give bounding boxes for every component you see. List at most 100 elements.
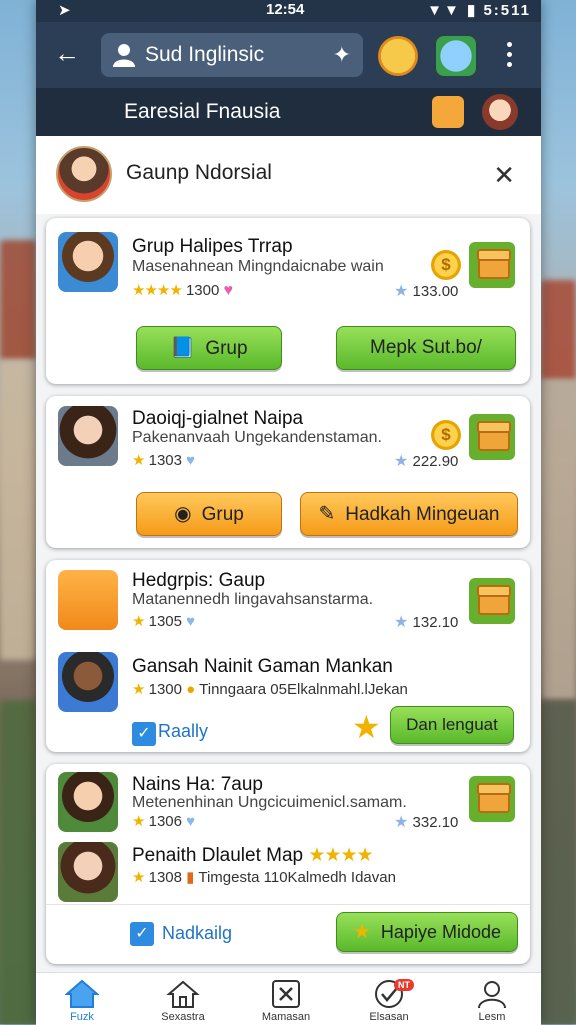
- nav-label: Fuzk: [70, 1011, 94, 1023]
- card-meta: ★ 1300 ● Tinngaara 05Elkalnmahl.lJekan: [132, 680, 408, 698]
- star-icon: ★: [352, 921, 371, 943]
- card-meta: ★ 1308 ▮ Timgesta 110Kalmedh Idavan: [132, 868, 396, 886]
- rating-stars-icon: ★★★★: [308, 845, 373, 866]
- group-name: Gaunp Ndorsial: [126, 161, 272, 184]
- sub-header: Earesial Fnausia: [36, 88, 541, 136]
- heart-icon: ♥: [186, 613, 196, 630]
- checkbox-label: Nadkailg: [162, 923, 233, 943]
- back-arrow-icon[interactable]: ←: [54, 40, 80, 66]
- close-icon[interactable]: ✕: [493, 160, 515, 191]
- character-avatar-icon[interactable]: [482, 94, 518, 130]
- card-stat: ★ 222.90: [394, 451, 458, 471]
- divider: [46, 904, 530, 905]
- card-subtitle: Pakenanvaah Ungekandenstaman.: [132, 429, 382, 446]
- card-stat-value: 132.10: [412, 614, 459, 631]
- star-icon: ★: [132, 869, 145, 886]
- grup-button[interactable]: 📘 Grup: [136, 326, 282, 370]
- shop-icon[interactable]: [436, 36, 476, 76]
- flag-icon: ▮: [186, 869, 195, 886]
- house-outline-icon: [166, 980, 200, 1008]
- card-extra: Tinngaara 05Elkalnmahl.lJekan: [199, 681, 408, 698]
- search-field[interactable]: Sud Inglinsic ✦: [101, 33, 363, 77]
- home-icon: [65, 979, 99, 1008]
- more-options-icon[interactable]: [507, 42, 513, 72]
- card-meta: ★ 1306 ♥: [132, 812, 195, 830]
- group-avatar: [56, 146, 112, 202]
- action-button[interactable]: ★ Hapiye Midode: [336, 912, 518, 952]
- nav-item-close-box[interactable]: Mamasan: [246, 979, 326, 1023]
- pin-icon[interactable]: ✦: [333, 42, 351, 68]
- nav-label: Mamasan: [261, 1011, 311, 1023]
- card-meta: ★ 1303 ♥: [132, 451, 195, 469]
- profile-icon: [478, 981, 506, 1009]
- background-scene-left-roof: [0, 240, 36, 360]
- card-stat-value: 332.10: [412, 814, 459, 831]
- card-title: Penaith Dlaulet Map ★★★★: [132, 845, 374, 866]
- gift-icon: ✎: [318, 503, 336, 525]
- nav-label: Lesm: [478, 1011, 506, 1023]
- checkbox[interactable]: ✓: [130, 922, 154, 946]
- navigation-arrow-icon: ➤: [58, 2, 71, 19]
- star-icon: ★: [352, 709, 381, 745]
- book-icon: 📘: [170, 337, 196, 359]
- rating-stars-icon: ★★★★: [132, 282, 183, 299]
- card-meta-value: 1308: [148, 869, 182, 886]
- nav-label: Elsasan: [369, 1011, 409, 1023]
- notification-badge: NT: [394, 979, 414, 991]
- close-box-icon: [272, 980, 300, 1008]
- user-icon: [113, 44, 135, 67]
- treasure-chest-icon[interactable]: [469, 578, 515, 624]
- sub-header-title: Earesial Fnausia: [124, 100, 281, 123]
- star-outline-icon: ★: [394, 614, 409, 631]
- checkbox-label: Raally: [158, 721, 209, 741]
- nav-item-house[interactable]: Sexastra: [143, 979, 223, 1023]
- star-icon: ★: [132, 813, 145, 830]
- card-subtitle: Masenahnean Mingndaicnabe wain: [132, 258, 384, 275]
- secondary-action-button[interactable]: Mepk Sut.bo/: [336, 326, 516, 370]
- card-meta: ★ 1305 ♥: [132, 612, 195, 630]
- background-scene-right-roof: [541, 280, 576, 380]
- heart-icon: ♥: [186, 452, 196, 469]
- card-stat: ★ 133.00: [394, 281, 458, 301]
- grup-button[interactable]: ◉ Grup: [136, 492, 282, 536]
- status-time: 12:54: [266, 1, 305, 18]
- coin-icon: ◉: [174, 503, 192, 525]
- card-meta-value: 1303: [148, 452, 182, 469]
- heart-icon: ♥: [223, 282, 234, 299]
- calendar-icon[interactable]: [432, 96, 464, 128]
- treasure-chest-icon[interactable]: [469, 242, 515, 288]
- card-meta-value: 1306: [148, 813, 182, 830]
- nav-item-check[interactable]: NT Elsasan: [349, 979, 429, 1023]
- coin-icon[interactable]: $: [431, 420, 461, 450]
- card-stat-value: 222.90: [412, 453, 459, 470]
- character-thumbnail: [58, 406, 118, 466]
- nav-item-home[interactable]: Fuzk: [42, 979, 122, 1023]
- secondary-action-button[interactable]: ✎ Hadkah Mingeuan: [300, 492, 518, 536]
- group-card: Nains Ha: 7aup Metenenhinan Ungcicuimeni…: [46, 764, 530, 964]
- checkbox[interactable]: ✓: [132, 722, 156, 746]
- card-subtitle: Matanennedh lingavahsanstarma.: [132, 591, 374, 608]
- heart-icon: ♥: [186, 813, 196, 830]
- app-bar: ← Sud Inglinsic ✦: [36, 22, 541, 88]
- character-thumbnail: [58, 772, 118, 832]
- star-icon: ★: [132, 452, 145, 469]
- bottom-navigation: Fuzk Sexastra Mamasan NT Elsasan Lesm: [36, 972, 541, 1025]
- coin-icon[interactable]: $: [431, 250, 461, 280]
- card-stat-value: 133.00: [412, 283, 459, 300]
- action-button[interactable]: Dan lenguat: [390, 706, 514, 744]
- nav-item-profile[interactable]: Lesm: [452, 979, 532, 1023]
- status-indicators: ▼▼ ▮ 5:511: [427, 2, 531, 19]
- treasure-chest-icon[interactable]: [469, 414, 515, 460]
- search-text: Sud Inglinsic: [145, 43, 265, 66]
- card-subtitle: Metenenhinan Ungcicuimenicl.samam.: [132, 794, 407, 811]
- gift-bag-icon[interactable]: [378, 36, 418, 76]
- status-bar: ➤ 12:54 ▼▼ ▮ 5:511: [36, 0, 541, 22]
- card-title: Grup Halipes Trrap: [132, 236, 293, 257]
- treasure-chest-icon[interactable]: [469, 776, 515, 822]
- nav-label: Sexastra: [161, 1011, 205, 1023]
- card-meta-value: 1305: [148, 613, 182, 630]
- card-stat: ★ 132.10: [394, 612, 458, 632]
- card-title: Nains Ha: 7aup: [132, 774, 263, 795]
- group-card: Grup Halipes Trrap Masenahnean Mingndaic…: [46, 218, 530, 384]
- group-card: Daoiqj-gialnet Naipa Pakenanvaah Ungekan…: [46, 396, 530, 548]
